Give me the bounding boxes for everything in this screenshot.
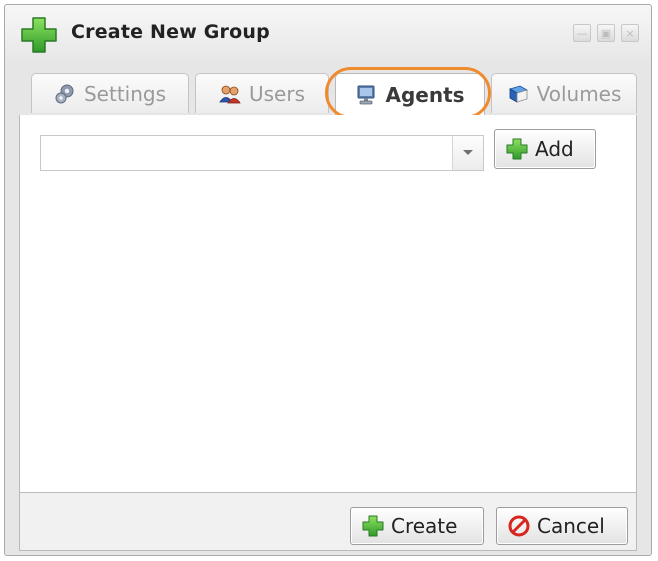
create-button[interactable]: Create <box>350 507 484 545</box>
green-plus-icon <box>362 515 384 537</box>
gears-icon <box>55 84 74 103</box>
tab-users[interactable]: Users <box>195 73 329 113</box>
tab-users-label: Users <box>248 81 305 106</box>
green-plus-icon <box>506 138 528 160</box>
tab-agents[interactable]: Agents <box>335 73 485 115</box>
maximize-button[interactable]: ▣ <box>597 24 615 42</box>
tab-settings-label: Settings <box>83 81 167 106</box>
tab-agents-label: Agents <box>385 82 465 107</box>
tab-volumes-label: Volumes <box>536 81 622 106</box>
minimize-icon: — <box>576 26 588 40</box>
computer-icon <box>357 85 375 104</box>
cancel-button[interactable]: Cancel <box>496 507 628 545</box>
tab-bar: Settings Users Agents Volumes <box>19 65 637 116</box>
green-plus-icon <box>21 17 57 53</box>
create-group-dialog: Create New Group — ▣ × Settings Users Ag… <box>4 4 652 556</box>
create-button-label: Create <box>391 514 458 538</box>
minimize-button[interactable]: — <box>573 24 591 42</box>
agent-combo-input[interactable] <box>41 136 453 170</box>
agents-panel: Add <box>19 115 637 493</box>
tab-volumes[interactable]: Volumes <box>491 73 637 113</box>
add-button[interactable]: Add <box>494 129 596 169</box>
agent-combobox[interactable] <box>40 135 484 171</box>
add-button-label: Add <box>535 137 574 161</box>
tab-settings[interactable]: Settings <box>31 73 189 113</box>
dialog-title: Create New Group <box>71 21 270 43</box>
close-button[interactable]: × <box>621 24 639 42</box>
close-icon: × <box>625 26 635 40</box>
maximize-icon: ▣ <box>600 26 612 40</box>
chevron-down-icon <box>463 150 473 155</box>
dialog-footer: Create Cancel <box>19 493 637 551</box>
book-icon <box>508 85 528 103</box>
combo-dropdown-button[interactable] <box>452 136 483 170</box>
title-bar[interactable]: Create New Group — ▣ × <box>5 5 651 61</box>
cancel-button-label: Cancel <box>537 514 605 538</box>
users-icon <box>219 85 241 103</box>
cancel-icon <box>508 515 530 537</box>
